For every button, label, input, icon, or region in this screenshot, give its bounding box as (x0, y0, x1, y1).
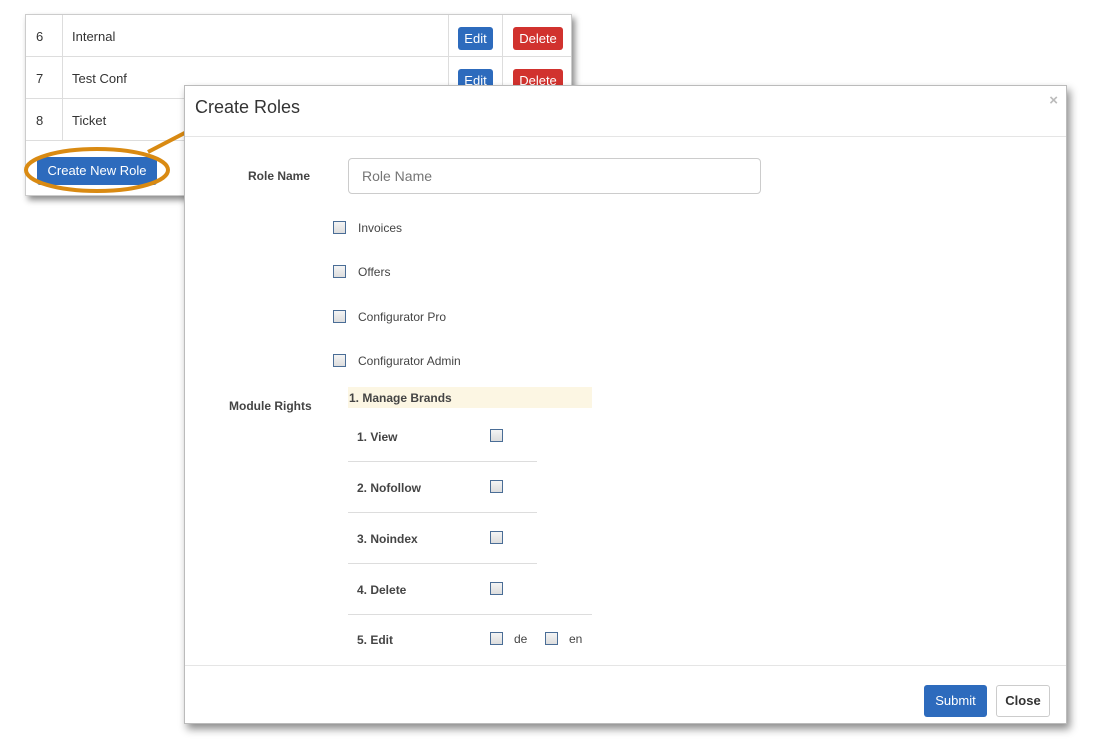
modal-title: Create Roles (195, 97, 301, 117)
right-label: 3. Noindex (357, 532, 418, 546)
module-label: Offers (358, 265, 391, 279)
close-icon[interactable]: × (1049, 92, 1058, 109)
right-checkbox[interactable] (490, 531, 503, 544)
module-label: Configurator Admin (358, 354, 461, 368)
role-name-label: Role Name (248, 169, 311, 183)
highlight-ellipse (24, 147, 170, 193)
close-button[interactable]: Close (996, 685, 1050, 717)
right-checkbox[interactable] (490, 632, 503, 645)
module-label: Invoices (358, 221, 403, 235)
module-checkbox[interactable] (333, 221, 346, 234)
module-checkbox[interactable] (333, 265, 346, 278)
module-checkbox[interactable] (333, 310, 346, 323)
right-label: 4. Delete (357, 583, 407, 597)
right-label: 1. View (357, 430, 398, 444)
module-label: Configurator Pro (358, 310, 447, 324)
edit-lang-checkbox[interactable] (545, 632, 558, 645)
submit-button[interactable]: Submit (924, 685, 987, 717)
edit-lang-label: en (569, 632, 583, 646)
module-checkbox[interactable] (333, 354, 346, 367)
right-label: 2. Nofollow (357, 481, 421, 495)
create-roles-modal: Create Roles × Role Name Invoices Offers… (184, 85, 1067, 724)
right-checkbox[interactable] (490, 480, 503, 493)
right-label: 5. Edit (357, 633, 394, 647)
group-title: 1. Manage Brands (349, 391, 452, 405)
right-checkbox[interactable] (490, 429, 503, 442)
role-name-input[interactable] (348, 158, 761, 194)
edit-lang-label: de (514, 632, 528, 646)
right-checkbox[interactable] (490, 582, 503, 595)
module-rights-label: Module Rights (229, 399, 312, 413)
